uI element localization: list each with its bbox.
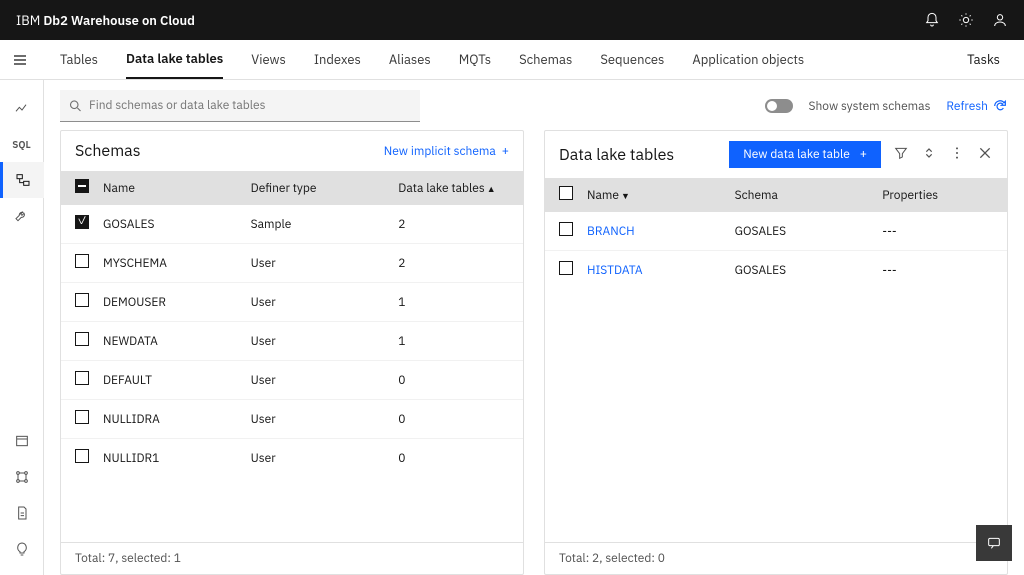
schema-count: 0 xyxy=(398,373,509,388)
row-checkbox[interactable] xyxy=(75,254,89,268)
sidebar-sql-icon[interactable]: SQL xyxy=(0,126,44,162)
refresh-button[interactable]: Refresh xyxy=(946,98,1008,114)
table-row[interactable]: GOSALESSample2 xyxy=(61,205,523,244)
row-checkbox[interactable] xyxy=(75,449,89,463)
table-row[interactable]: MYSCHEMAUser2 xyxy=(61,244,523,283)
schema-definer: User xyxy=(251,373,399,388)
dlt-name-link[interactable]: HISTDATA xyxy=(587,263,735,278)
filter-icon[interactable] xyxy=(893,145,909,165)
schema-name: NULLIDRA xyxy=(103,412,251,427)
schema-count: 2 xyxy=(398,256,509,271)
brightness-icon[interactable] xyxy=(958,12,974,28)
new-implicit-schema-button[interactable]: New implicit schema+ xyxy=(384,144,509,159)
schemas-col-count[interactable]: Data lake tables▲ xyxy=(398,181,509,196)
row-checkbox[interactable] xyxy=(75,293,89,307)
schema-definer: User xyxy=(251,256,399,271)
tab-sequences[interactable]: Sequences xyxy=(600,41,664,78)
row-checkbox[interactable] xyxy=(559,222,573,236)
schema-count: 1 xyxy=(398,295,509,310)
notifications-icon[interactable] xyxy=(924,12,940,28)
dltables-col-name[interactable]: Name▼ xyxy=(587,188,735,203)
row-checkbox[interactable] xyxy=(75,371,89,385)
schema-count: 2 xyxy=(398,217,509,232)
table-row[interactable]: NEWDATAUser1 xyxy=(61,322,523,361)
row-checkbox[interactable] xyxy=(75,332,89,346)
schemas-col-name[interactable]: Name xyxy=(103,181,251,196)
schema-name: GOSALES xyxy=(103,217,251,232)
tab-application-objects[interactable]: Application objects xyxy=(692,41,804,78)
search-input-container[interactable] xyxy=(60,90,420,122)
sidebar-analytics-icon[interactable] xyxy=(0,90,44,126)
system-schemas-toggle[interactable] xyxy=(765,99,793,113)
dlt-schema: GOSALES xyxy=(735,224,883,239)
schema-definer: User xyxy=(251,334,399,349)
table-row[interactable]: HISTDATAGOSALES--- xyxy=(545,251,1007,289)
close-icon[interactable] xyxy=(977,145,993,165)
dltables-select-all-checkbox[interactable] xyxy=(559,186,573,200)
dltables-col-props[interactable]: Properties xyxy=(882,188,993,203)
sidebar-nodes-icon[interactable] xyxy=(0,459,44,495)
tab-data-lake-tables[interactable]: Data lake tables xyxy=(126,40,223,79)
refresh-icon xyxy=(992,98,1008,114)
system-schemas-label: Show system schemas xyxy=(809,99,931,114)
user-icon[interactable] xyxy=(992,12,1008,28)
dlt-schema: GOSALES xyxy=(735,263,883,278)
sidebar-tools-icon[interactable] xyxy=(0,198,44,234)
schema-definer: User xyxy=(251,295,399,310)
sort-asc-icon: ▲ xyxy=(487,184,496,195)
search-icon xyxy=(68,98,83,114)
sidebar-list-icon[interactable] xyxy=(0,423,44,459)
new-data-lake-table-button[interactable]: New data lake table+ xyxy=(729,141,881,168)
chat-icon[interactable] xyxy=(976,525,1012,561)
sort-desc-icon: ▼ xyxy=(621,191,630,202)
tab-mqts[interactable]: MQTs xyxy=(459,41,491,78)
schema-name: NEWDATA xyxy=(103,334,251,349)
row-checkbox[interactable] xyxy=(75,410,89,424)
table-row[interactable]: NULLIDRAUser0 xyxy=(61,400,523,439)
schemas-footer: Total: 7, selected: 1 xyxy=(61,542,523,574)
schema-definer: User xyxy=(251,451,399,466)
schema-name: MYSCHEMA xyxy=(103,256,251,271)
tasks-link[interactable]: Tasks xyxy=(967,51,1000,68)
tab-schemas[interactable]: Schemas xyxy=(519,41,572,78)
dlt-props: --- xyxy=(882,224,993,239)
dlt-name-link[interactable]: BRANCH xyxy=(587,224,735,239)
dltables-footer: Total: 2, selected: 0 xyxy=(545,542,1007,574)
schema-name: NULLIDR1 xyxy=(103,451,251,466)
table-row[interactable]: DEFAULTUser0 xyxy=(61,361,523,400)
schema-definer: Sample xyxy=(251,217,399,232)
search-input[interactable] xyxy=(89,98,412,113)
schemas-title: Schemas xyxy=(75,141,141,161)
sidebar-tables-icon[interactable] xyxy=(0,162,44,198)
dltables-col-schema[interactable]: Schema xyxy=(735,188,883,203)
plus-icon: + xyxy=(860,147,867,162)
tab-aliases[interactable]: Aliases xyxy=(389,41,431,78)
tab-indexes[interactable]: Indexes xyxy=(314,41,361,78)
brand: IBM Db2 Warehouse on Cloud xyxy=(16,12,195,29)
dltables-title: Data lake tables xyxy=(559,145,674,165)
schema-name: DEMOUSER xyxy=(103,295,251,310)
schema-count: 0 xyxy=(398,451,509,466)
schema-count: 0 xyxy=(398,412,509,427)
schema-name: DEFAULT xyxy=(103,373,251,388)
sidebar-help-icon[interactable] xyxy=(0,531,44,567)
table-row[interactable]: BRANCHGOSALES--- xyxy=(545,212,1007,251)
schemas-select-all-checkbox[interactable] xyxy=(75,179,89,193)
overflow-icon[interactable] xyxy=(949,145,965,165)
plus-icon: + xyxy=(502,144,509,159)
tab-tables[interactable]: Tables xyxy=(60,41,98,78)
table-row[interactable]: DEMOUSERUser1 xyxy=(61,283,523,322)
expand-icon[interactable] xyxy=(921,145,937,165)
schemas-col-definer[interactable]: Definer type xyxy=(251,181,399,196)
schema-count: 1 xyxy=(398,334,509,349)
tab-views[interactable]: Views xyxy=(251,41,286,78)
table-row[interactable]: NULLIDR1User0 xyxy=(61,439,523,477)
schema-definer: User xyxy=(251,412,399,427)
row-checkbox[interactable] xyxy=(75,215,89,229)
dlt-props: --- xyxy=(882,263,993,278)
sidebar-doc-icon[interactable] xyxy=(0,495,44,531)
row-checkbox[interactable] xyxy=(559,261,573,275)
